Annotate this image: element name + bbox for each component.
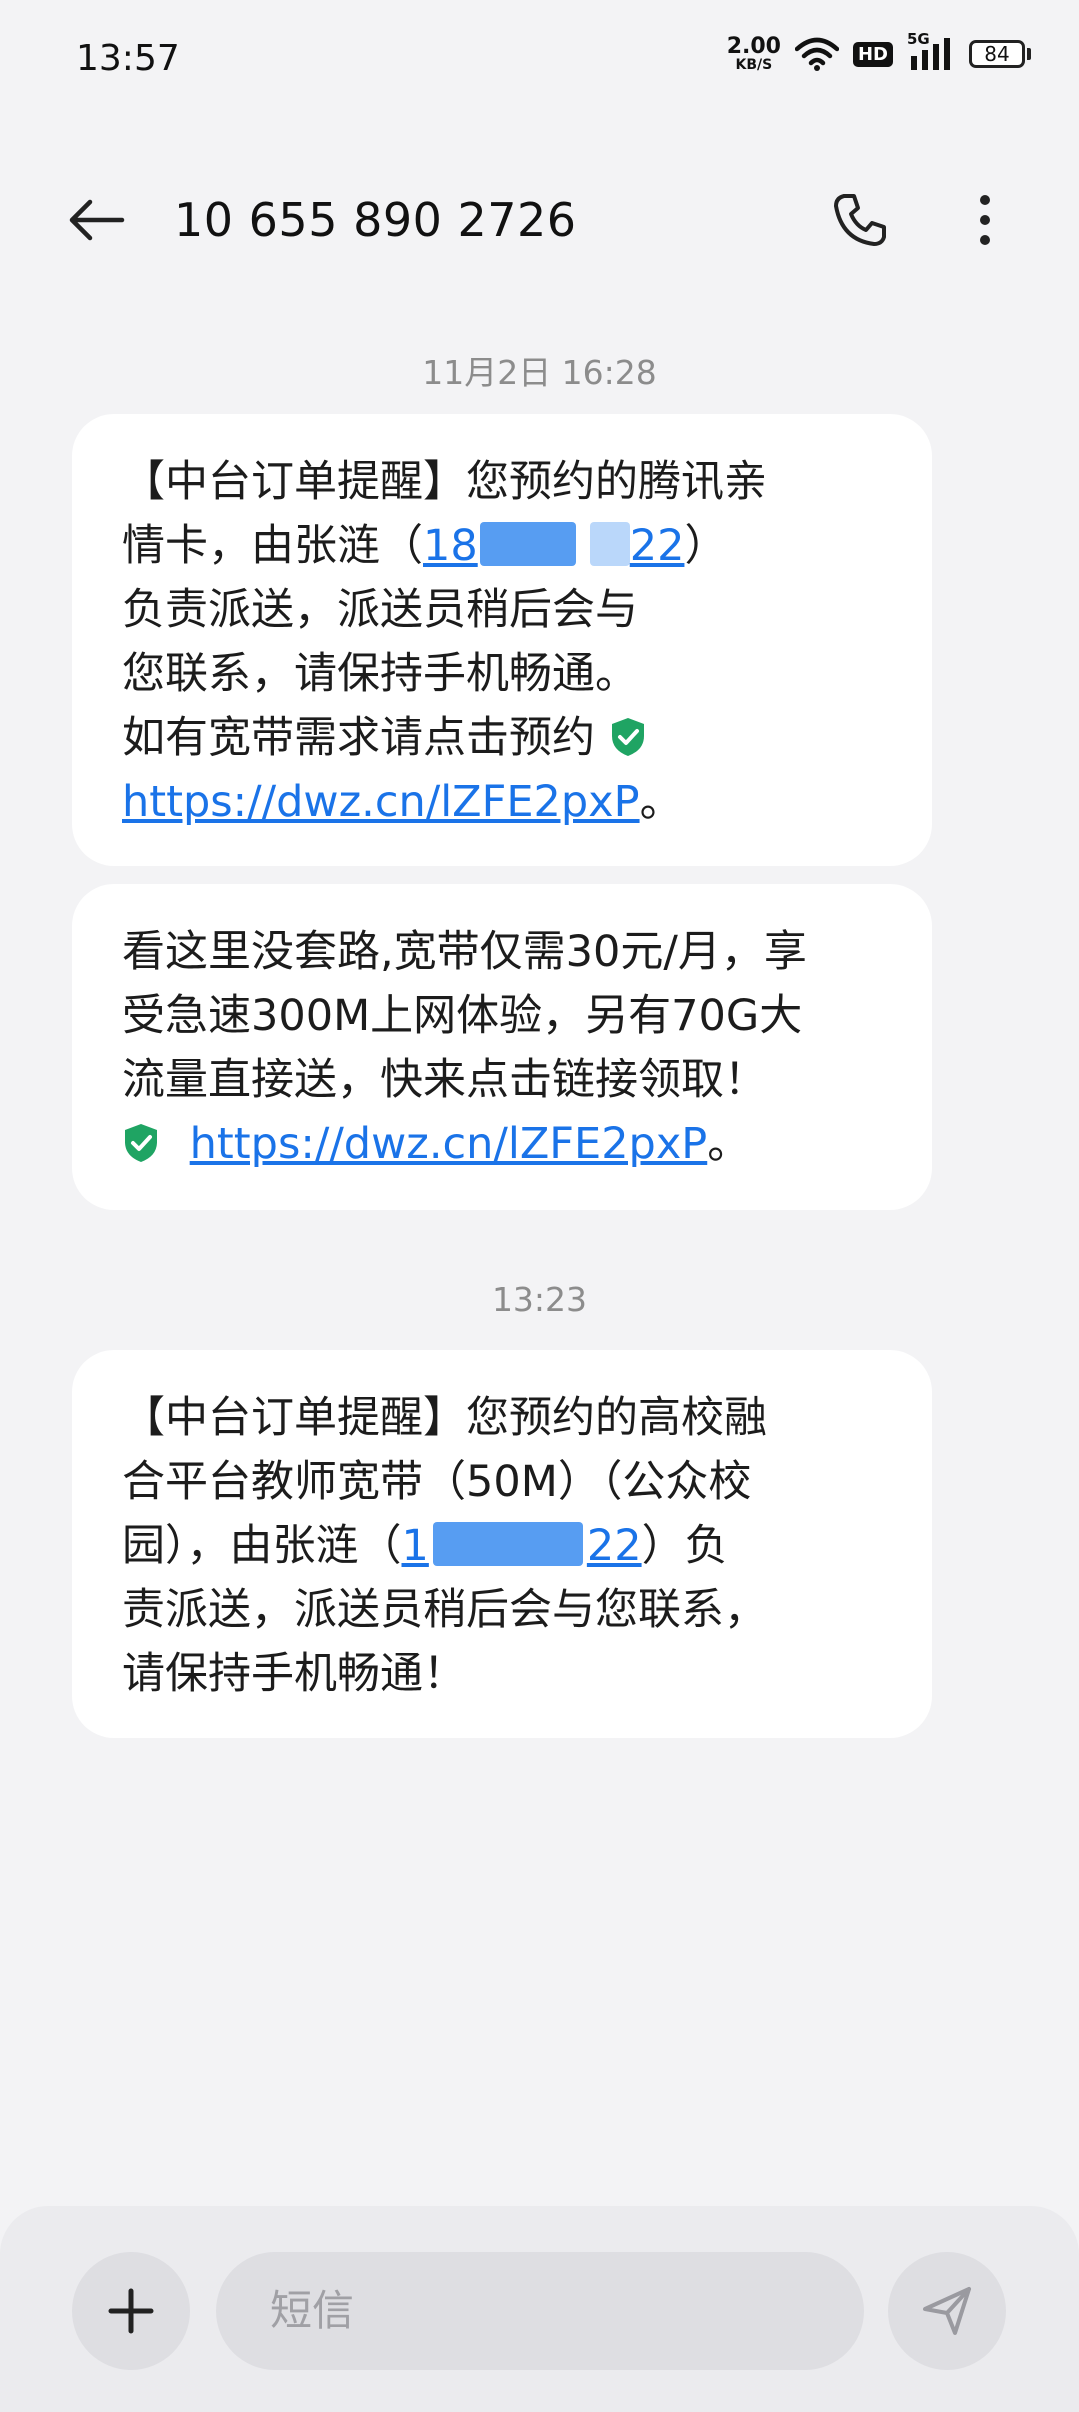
phone-icon bbox=[834, 194, 886, 246]
message-text-line: 【中台订单提醒】您预约的腾讯亲 bbox=[122, 457, 767, 507]
send-icon bbox=[923, 2287, 971, 2335]
conversation-header: 10 655 890 2726 bbox=[0, 160, 1079, 280]
message-text-line: 园），由张涟（1 22）负 bbox=[122, 1514, 882, 1578]
more-vert-icon bbox=[980, 195, 990, 245]
message-text: 园），由张涟（ bbox=[122, 1521, 402, 1571]
url-link[interactable]: https://dwz.cn/lZFE2pxP bbox=[190, 1119, 708, 1169]
phone-number-link[interactable]: 18 22 bbox=[423, 521, 684, 571]
status-time: 13:57 bbox=[76, 38, 180, 79]
message-text-line: 看这里没套路,宽带仅需30元/月，享 bbox=[122, 927, 807, 977]
message-text-line: 流量直接送，快来点击链接领取！ bbox=[122, 1055, 767, 1105]
message-text-line: 您联系，请保持手机畅通。 bbox=[122, 649, 638, 699]
phone-number-link[interactable]: 1 22 bbox=[402, 1521, 642, 1571]
message-bubble[interactable]: 【中台订单提醒】您预约的腾讯亲 情卡，由张涟（18 22） 负责派送，派送员稍后会… bbox=[72, 414, 932, 866]
battery-level: 84 bbox=[969, 40, 1025, 68]
message-text-line: 如有宽带需求请点击预约 bbox=[122, 706, 882, 770]
message-text-line: 请保持手机畅通！ bbox=[122, 1649, 466, 1699]
message-text-line: 合平台教师宽带（50M）（公众校 bbox=[122, 1457, 752, 1507]
message-text: 。 bbox=[707, 1119, 751, 1169]
network-speed-value: 2.00 bbox=[726, 34, 781, 59]
redaction-mask bbox=[479, 522, 576, 566]
back-button[interactable] bbox=[56, 188, 136, 252]
message-text-line: 情卡，由张涟（18 22） bbox=[122, 514, 882, 578]
message-timestamp: 13:23 bbox=[491, 1280, 588, 1319]
message-text-line: https://dwz.cn/lZFE2pxP。 bbox=[122, 770, 882, 834]
redaction-mask bbox=[589, 522, 630, 566]
call-button[interactable] bbox=[820, 184, 900, 256]
plus-icon bbox=[108, 2288, 154, 2334]
message-text: ）负 bbox=[641, 1521, 728, 1571]
message-input[interactable]: 短信 bbox=[216, 2252, 864, 2370]
message-text-line: 负责派送，派送员稍后会与 bbox=[122, 585, 638, 635]
message-timestamp: 11月2日 16:28 bbox=[422, 353, 657, 392]
message-text-line: 【中台订单提醒】您预约的高校融 bbox=[122, 1393, 767, 1443]
message-text: 。 bbox=[639, 777, 683, 827]
battery-icon: 84 bbox=[969, 40, 1031, 68]
phone-number-suffix: 22 bbox=[629, 521, 685, 571]
contact-number-title: 10 655 890 2726 bbox=[174, 193, 577, 247]
add-attachment-button[interactable] bbox=[72, 2252, 190, 2370]
status-icons: 2.00 KB/S HD 5G 84 bbox=[726, 30, 1031, 73]
hd-voice-icon: HD bbox=[852, 41, 893, 67]
message-text-line: https://dwz.cn/lZFE2pxP。 bbox=[122, 1112, 882, 1176]
message-text: 情卡，由张涟（ bbox=[122, 521, 423, 571]
network-speed: 2.00 KB/S bbox=[726, 34, 781, 73]
message-text: ） bbox=[684, 521, 728, 571]
message-bubble[interactable]: 看这里没套路,宽带仅需30元/月，享 受急速300M上网体验，另有70G大 流量… bbox=[72, 884, 932, 1210]
message-text: 如有宽带需求请点击预约 bbox=[122, 713, 595, 763]
verified-shield-icon bbox=[611, 718, 644, 756]
message-text-line: 责派送，派送员稍后会与您联系， bbox=[122, 1585, 767, 1635]
back-arrow-icon bbox=[69, 199, 125, 241]
phone-number-prefix: 1 bbox=[401, 1521, 429, 1571]
more-options-button[interactable] bbox=[960, 184, 1010, 256]
redaction-mask bbox=[432, 1522, 583, 1566]
cellular-signal-icon: 5G bbox=[907, 30, 955, 72]
network-speed-unit: KB/S bbox=[735, 57, 773, 73]
phone-number-prefix: 18 bbox=[423, 521, 478, 571]
message-bubble[interactable]: 【中台订单提醒】您预约的高校融 合平台教师宽带（50M）（公众校 园），由张涟（… bbox=[72, 1350, 932, 1738]
verified-shield-icon bbox=[125, 1124, 157, 1162]
message-text-line: 受急速300M上网体验，另有70G大 bbox=[122, 991, 803, 1041]
send-button[interactable] bbox=[888, 2252, 1006, 2370]
wifi-icon bbox=[794, 37, 839, 71]
status-bar: 13:57 2.00 KB/S HD 5G 84 bbox=[0, 0, 1079, 124]
phone-number-suffix: 22 bbox=[586, 1521, 642, 1571]
message-composer: 短信 bbox=[0, 2206, 1079, 2412]
url-link[interactable]: https://dwz.cn/lZFE2pxP bbox=[122, 777, 640, 827]
